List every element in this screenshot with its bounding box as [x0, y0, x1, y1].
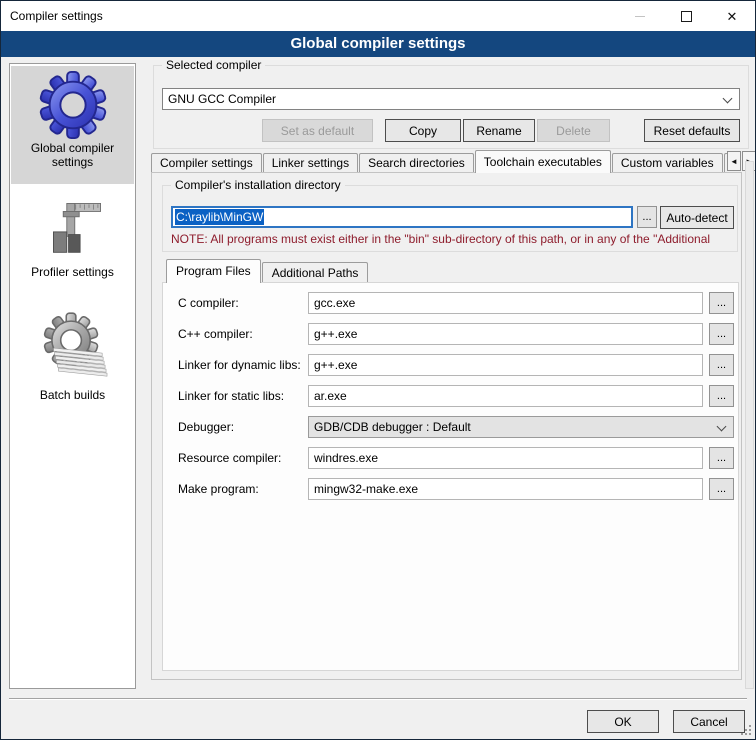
dynamic-linker-input[interactable]: g++.exe	[308, 354, 703, 376]
program-row: C++ compiler: g++.exe ...	[163, 323, 738, 345]
browse-button[interactable]: ...	[709, 292, 734, 314]
field-label: Linker for static libs:	[178, 385, 284, 407]
browse-button[interactable]: ...	[709, 447, 734, 469]
cancel-button[interactable]: Cancel	[673, 710, 745, 733]
maximize-icon	[681, 11, 692, 22]
browse-button[interactable]: ...	[709, 385, 734, 407]
sidebar-item-label: Batch builds	[11, 388, 134, 402]
program-row: Linker for dynamic libs: g++.exe ...	[163, 354, 738, 376]
title-bar[interactable]: Compiler settings ✕	[1, 1, 755, 31]
field-label: Resource compiler:	[178, 447, 281, 469]
tab-custom-variables[interactable]: Custom variables	[612, 153, 723, 173]
gear-blue-icon	[38, 70, 108, 140]
close-button[interactable]: ✕	[709, 1, 755, 31]
maximize-button[interactable]	[663, 1, 709, 31]
auto-detect-button[interactable]: Auto-detect	[660, 206, 734, 229]
compiler-select-value: GNU GCC Compiler	[168, 92, 276, 106]
footer-divider	[9, 698, 747, 700]
tab-toolchain-executables[interactable]: Toolchain executables	[475, 150, 611, 173]
program-tabs: Program Files Additional Paths	[166, 259, 369, 283]
toolchain-executables-page: Compiler's installation directory C:\ray…	[151, 172, 742, 680]
selected-compiler-group: Selected compiler GNU GCC Compiler Set a…	[153, 65, 749, 149]
tab-program-files[interactable]: Program Files	[166, 259, 261, 283]
group-legend: Compiler's installation directory	[171, 178, 345, 192]
browse-directory-button[interactable]: ...	[637, 206, 657, 228]
program-files-panel: C compiler: gcc.exe ... C++ compiler: g+…	[162, 282, 739, 671]
rename-button[interactable]: Rename	[463, 119, 535, 142]
scrollbar-track[interactable]	[745, 161, 754, 689]
resource-compiler-input[interactable]: windres.exe	[308, 447, 703, 469]
copy-button[interactable]: Copy	[385, 119, 461, 142]
c-compiler-input[interactable]: gcc.exe	[308, 292, 703, 314]
settings-category-list: Global compiler settings Pr	[9, 63, 136, 689]
settings-tabs: Compiler settings Linker settings Search…	[151, 150, 727, 173]
browse-button[interactable]: ...	[709, 323, 734, 345]
program-row: Debugger: GDB/CDB debugger : Default	[163, 416, 738, 438]
compiler-select[interactable]: GNU GCC Compiler	[162, 88, 740, 110]
tab-compiler-settings[interactable]: Compiler settings	[151, 153, 262, 173]
debugger-select[interactable]: GDB/CDB debugger : Default	[308, 416, 734, 438]
window-title: Compiler settings	[10, 1, 103, 31]
make-program-input[interactable]: mingw32-make.exe	[308, 478, 703, 500]
close-icon: ✕	[727, 10, 738, 23]
tab-linker-settings[interactable]: Linker settings	[263, 153, 358, 173]
note-text: NOTE: All programs must exist either in …	[171, 232, 737, 246]
group-legend: Selected compiler	[162, 58, 265, 72]
field-label: C compiler:	[178, 292, 239, 314]
dialog-banner: Global compiler settings	[1, 31, 755, 57]
window-controls: ✕	[617, 1, 755, 31]
gear-stack-icon	[38, 311, 108, 387]
debugger-select-value: GDB/CDB debugger : Default	[314, 420, 471, 434]
program-row: Linker for static libs: ar.exe ...	[163, 385, 738, 407]
minimize-icon	[635, 16, 645, 17]
compiler-settings-dialog: Compiler settings ✕ Global compiler sett…	[0, 0, 756, 740]
resize-grip-icon[interactable]	[749, 733, 751, 735]
sidebar-item-profiler-settings[interactable]: Profiler settings	[11, 194, 134, 296]
sidebar-item-label: Profiler settings	[11, 265, 134, 279]
tab-scroll-left-button[interactable]: ◄	[727, 151, 741, 171]
sidebar-item-global-compiler-settings[interactable]: Global compiler settings	[11, 66, 134, 184]
tab-additional-paths[interactable]: Additional Paths	[262, 262, 369, 283]
static-linker-input[interactable]: ar.exe	[308, 385, 703, 407]
installation-directory-group: Compiler's installation directory C:\ray…	[162, 185, 738, 252]
delete-button: Delete	[537, 119, 610, 142]
field-label: Debugger:	[178, 416, 234, 438]
field-label: Make program:	[178, 478, 259, 500]
cpp-compiler-input[interactable]: g++.exe	[308, 323, 703, 345]
browse-button[interactable]: ...	[709, 478, 734, 500]
sidebar-item-batch-builds[interactable]: Batch builds	[11, 307, 134, 419]
field-label: C++ compiler:	[178, 323, 253, 345]
installation-directory-input[interactable]: C:\raylib\MinGW	[171, 206, 633, 228]
sidebar-item-label: Global compiler settings	[11, 141, 134, 169]
ok-button[interactable]: OK	[587, 710, 659, 733]
tab-search-directories[interactable]: Search directories	[359, 153, 474, 173]
caliper-icon	[41, 198, 105, 264]
field-label: Linker for dynamic libs:	[178, 354, 301, 376]
program-row: Make program: mingw32-make.exe ...	[163, 478, 738, 500]
arrow-left-icon: ◄	[730, 157, 738, 166]
set-as-default-button: Set as default	[262, 119, 373, 142]
browse-button[interactable]: ...	[709, 354, 734, 376]
reset-defaults-button[interactable]: Reset defaults	[644, 119, 740, 142]
chevron-down-icon	[717, 422, 727, 432]
chevron-down-icon	[723, 94, 733, 104]
program-row: C compiler: gcc.exe ...	[163, 292, 738, 314]
compiler-actions: Set as default Copy Rename Delete Reset …	[162, 119, 740, 142]
program-row: Resource compiler: windres.exe ...	[163, 447, 738, 469]
minimize-button	[617, 1, 663, 31]
selected-text: C:\raylib\MinGW	[175, 209, 264, 225]
